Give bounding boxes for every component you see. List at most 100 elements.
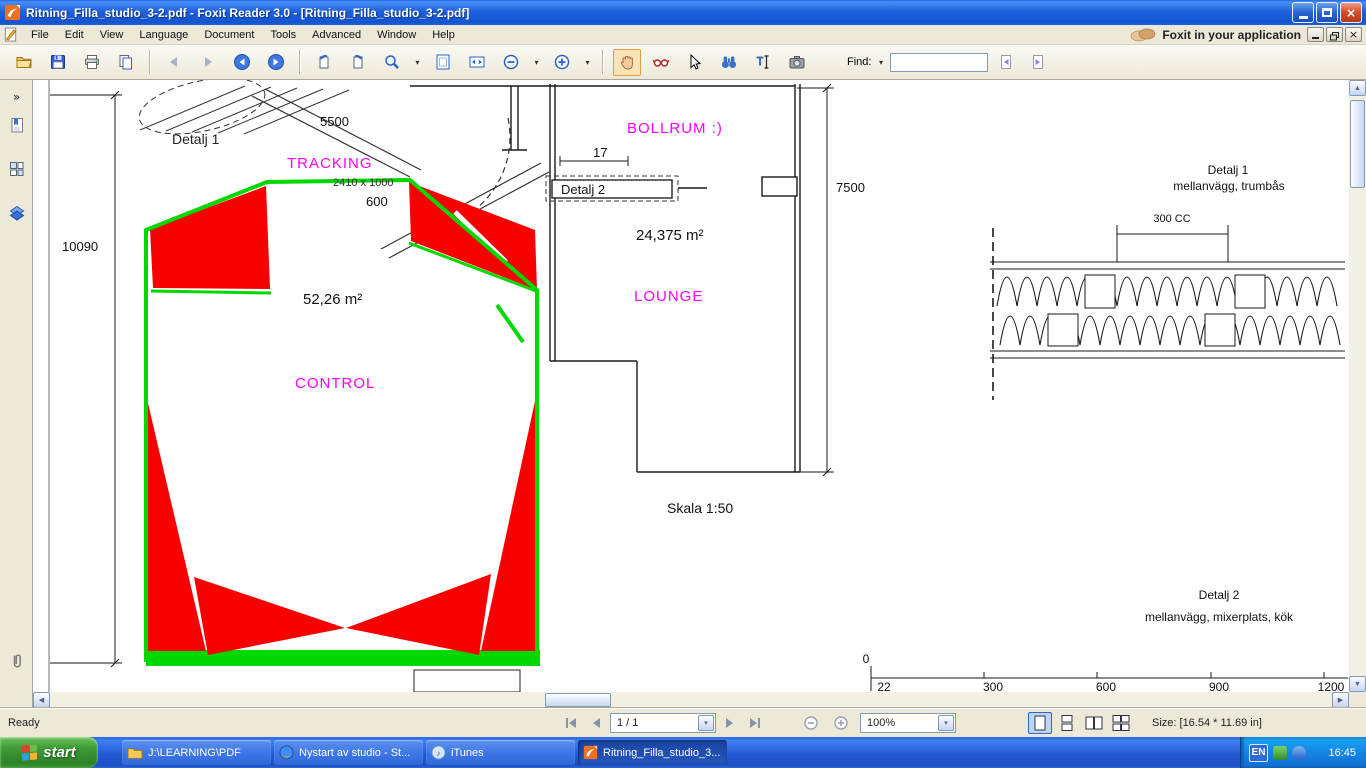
tray-icon-1[interactable] — [1273, 746, 1287, 760]
mdi-minimize-button[interactable] — [1307, 27, 1324, 42]
close-button[interactable]: × — [1340, 2, 1362, 23]
fit-page-button[interactable] — [429, 49, 457, 76]
continuous-button[interactable] — [1055, 712, 1079, 734]
scroll-right-button[interactable]: ▶ — [1332, 692, 1349, 708]
select-text-button[interactable] — [749, 49, 777, 76]
previous-page-button[interactable] — [585, 713, 607, 733]
svg-text:♪: ♪ — [436, 748, 440, 758]
search-button[interactable] — [715, 49, 743, 76]
toolbar-separator — [299, 50, 301, 74]
copy-button[interactable] — [112, 49, 140, 76]
first-page-button[interactable] — [560, 713, 582, 733]
zoom-tool-caret[interactable]: ▾ — [412, 58, 423, 67]
previous-page-button[interactable] — [160, 49, 188, 76]
window-controls: × — [1292, 2, 1362, 23]
snapshot-button[interactable] — [783, 49, 811, 76]
language-indicator[interactable]: EN — [1249, 744, 1268, 762]
detail2-subtitle: mellanvägg, mixerplats, kök — [1145, 610, 1294, 624]
page-number-box[interactable]: 1 / 1 ▾ — [610, 713, 716, 733]
scroll-left-button[interactable]: ◀ — [33, 692, 50, 708]
print-button[interactable] — [78, 49, 106, 76]
page-dropdown-caret[interactable]: ▾ — [698, 715, 714, 731]
save-button[interactable] — [44, 49, 72, 76]
next-page-button[interactable] — [194, 49, 222, 76]
find-options-caret[interactable]: ▾ — [875, 58, 886, 67]
zoom-out-button[interactable] — [497, 49, 525, 76]
pages-panel-button[interactable] — [4, 156, 29, 181]
find-input[interactable] — [890, 53, 988, 72]
horizontal-scroll-thumb[interactable] — [545, 693, 611, 707]
continuous-facing-button[interactable] — [1109, 712, 1133, 734]
last-page-button[interactable] — [744, 713, 766, 733]
task-foxit-active[interactable]: Ritning_Filla_studio_3... — [578, 740, 727, 765]
detail1-section: Detalj 1 mellanvägg, trumbås 300 CC — [990, 163, 1345, 400]
menu-document[interactable]: Document — [196, 26, 262, 44]
fit-width-button[interactable] — [463, 49, 491, 76]
rotate-left-button[interactable] — [310, 49, 338, 76]
horizontal-scrollbar[interactable]: ◀ ▶ — [33, 692, 1349, 708]
menu-tools[interactable]: Tools — [262, 26, 304, 44]
menu-help[interactable]: Help — [424, 26, 463, 44]
minimize-button[interactable] — [1292, 2, 1314, 23]
maximize-button[interactable] — [1316, 2, 1338, 23]
scroll-down-button[interactable]: ▼ — [1349, 676, 1366, 692]
open-button[interactable] — [10, 49, 38, 76]
scroll-up-button[interactable]: ▲ — [1349, 80, 1366, 96]
glasses-button[interactable] — [647, 49, 675, 76]
floor-plan-drawing: Detalj 2 Detalj 1 5500 TRACKING 2410 x 1… — [33, 80, 1349, 692]
status-ready: Ready — [8, 713, 40, 733]
select-annotation-button[interactable] — [681, 49, 709, 76]
zoom-out-caret[interactable]: ▾ — [531, 58, 542, 67]
next-page-button[interactable] — [719, 713, 741, 733]
find-next-button[interactable] — [1024, 49, 1052, 76]
vertical-scrollbar[interactable]: ▲ ▼ — [1349, 80, 1366, 692]
zoom-in-button[interactable] — [548, 49, 576, 76]
copy-pages-icon — [117, 53, 135, 71]
menu-edit[interactable]: Edit — [57, 26, 92, 44]
insulation-row-1 — [997, 277, 1337, 306]
start-button[interactable]: start — [0, 737, 98, 768]
single-page-button[interactable] — [1028, 712, 1052, 734]
zoom-level-box[interactable]: 100% ▾ — [860, 713, 956, 733]
tray-icon-2[interactable] — [1292, 746, 1306, 760]
facing-button[interactable] — [1082, 712, 1106, 734]
document-canvas[interactable]: Detalj 2 Detalj 1 5500 TRACKING 2410 x 1… — [33, 80, 1349, 692]
zoom-tool-button[interactable] — [378, 49, 406, 76]
find-previous-button[interactable] — [992, 49, 1020, 76]
control-label: CONTROL — [295, 375, 375, 392]
menu-advanced[interactable]: Advanced — [304, 26, 369, 44]
menu-language[interactable]: Language — [131, 26, 196, 44]
zoom-in-button[interactable] — [830, 713, 852, 733]
task-itunes[interactable]: ♪ iTunes — [426, 740, 575, 765]
task-explorer[interactable]: J:\LEARNING\PDF — [122, 740, 271, 765]
branding-text: Foxit in your application — [1162, 28, 1301, 42]
dim-17-label: 17 — [593, 145, 607, 160]
attachments-panel-button[interactable] — [4, 648, 29, 673]
task-browser[interactable]: Nystart av studio - St... — [274, 740, 423, 765]
layers-panel-button[interactable] — [4, 200, 29, 225]
lounge-area-label: 24,375 m² — [636, 227, 704, 244]
mdi-restore-button[interactable] — [1326, 27, 1343, 42]
vertical-scroll-thumb[interactable] — [1350, 100, 1365, 188]
document-icon[interactable] — [3, 27, 19, 42]
zoom-dropdown-caret[interactable]: ▾ — [938, 715, 954, 731]
zoom-in-caret[interactable]: ▾ — [582, 58, 593, 67]
folder-icon — [127, 746, 143, 760]
next-view-button[interactable] — [262, 49, 290, 76]
find-group: Find: ▾ — [847, 49, 1052, 76]
app-icon[interactable] — [4, 4, 21, 21]
toolbar-separator — [149, 50, 151, 74]
zoom-out-button[interactable] — [800, 713, 822, 733]
bookmarks-panel-button[interactable] — [4, 112, 29, 137]
mdi-close-button[interactable]: × — [1345, 27, 1362, 42]
expand-panel-button[interactable]: » — [4, 84, 29, 109]
hand-tool-button[interactable] — [613, 49, 641, 76]
rotate-right-button[interactable] — [344, 49, 372, 76]
task-label: Nystart av studio - St... — [299, 747, 410, 759]
menu-file[interactable]: File — [23, 26, 57, 44]
previous-view-button[interactable] — [228, 49, 256, 76]
menu-window[interactable]: Window — [369, 26, 424, 44]
hands-graphic — [1130, 27, 1156, 42]
detail1-dim-label: 300 CC — [1153, 213, 1190, 225]
menu-view[interactable]: View — [92, 26, 132, 44]
